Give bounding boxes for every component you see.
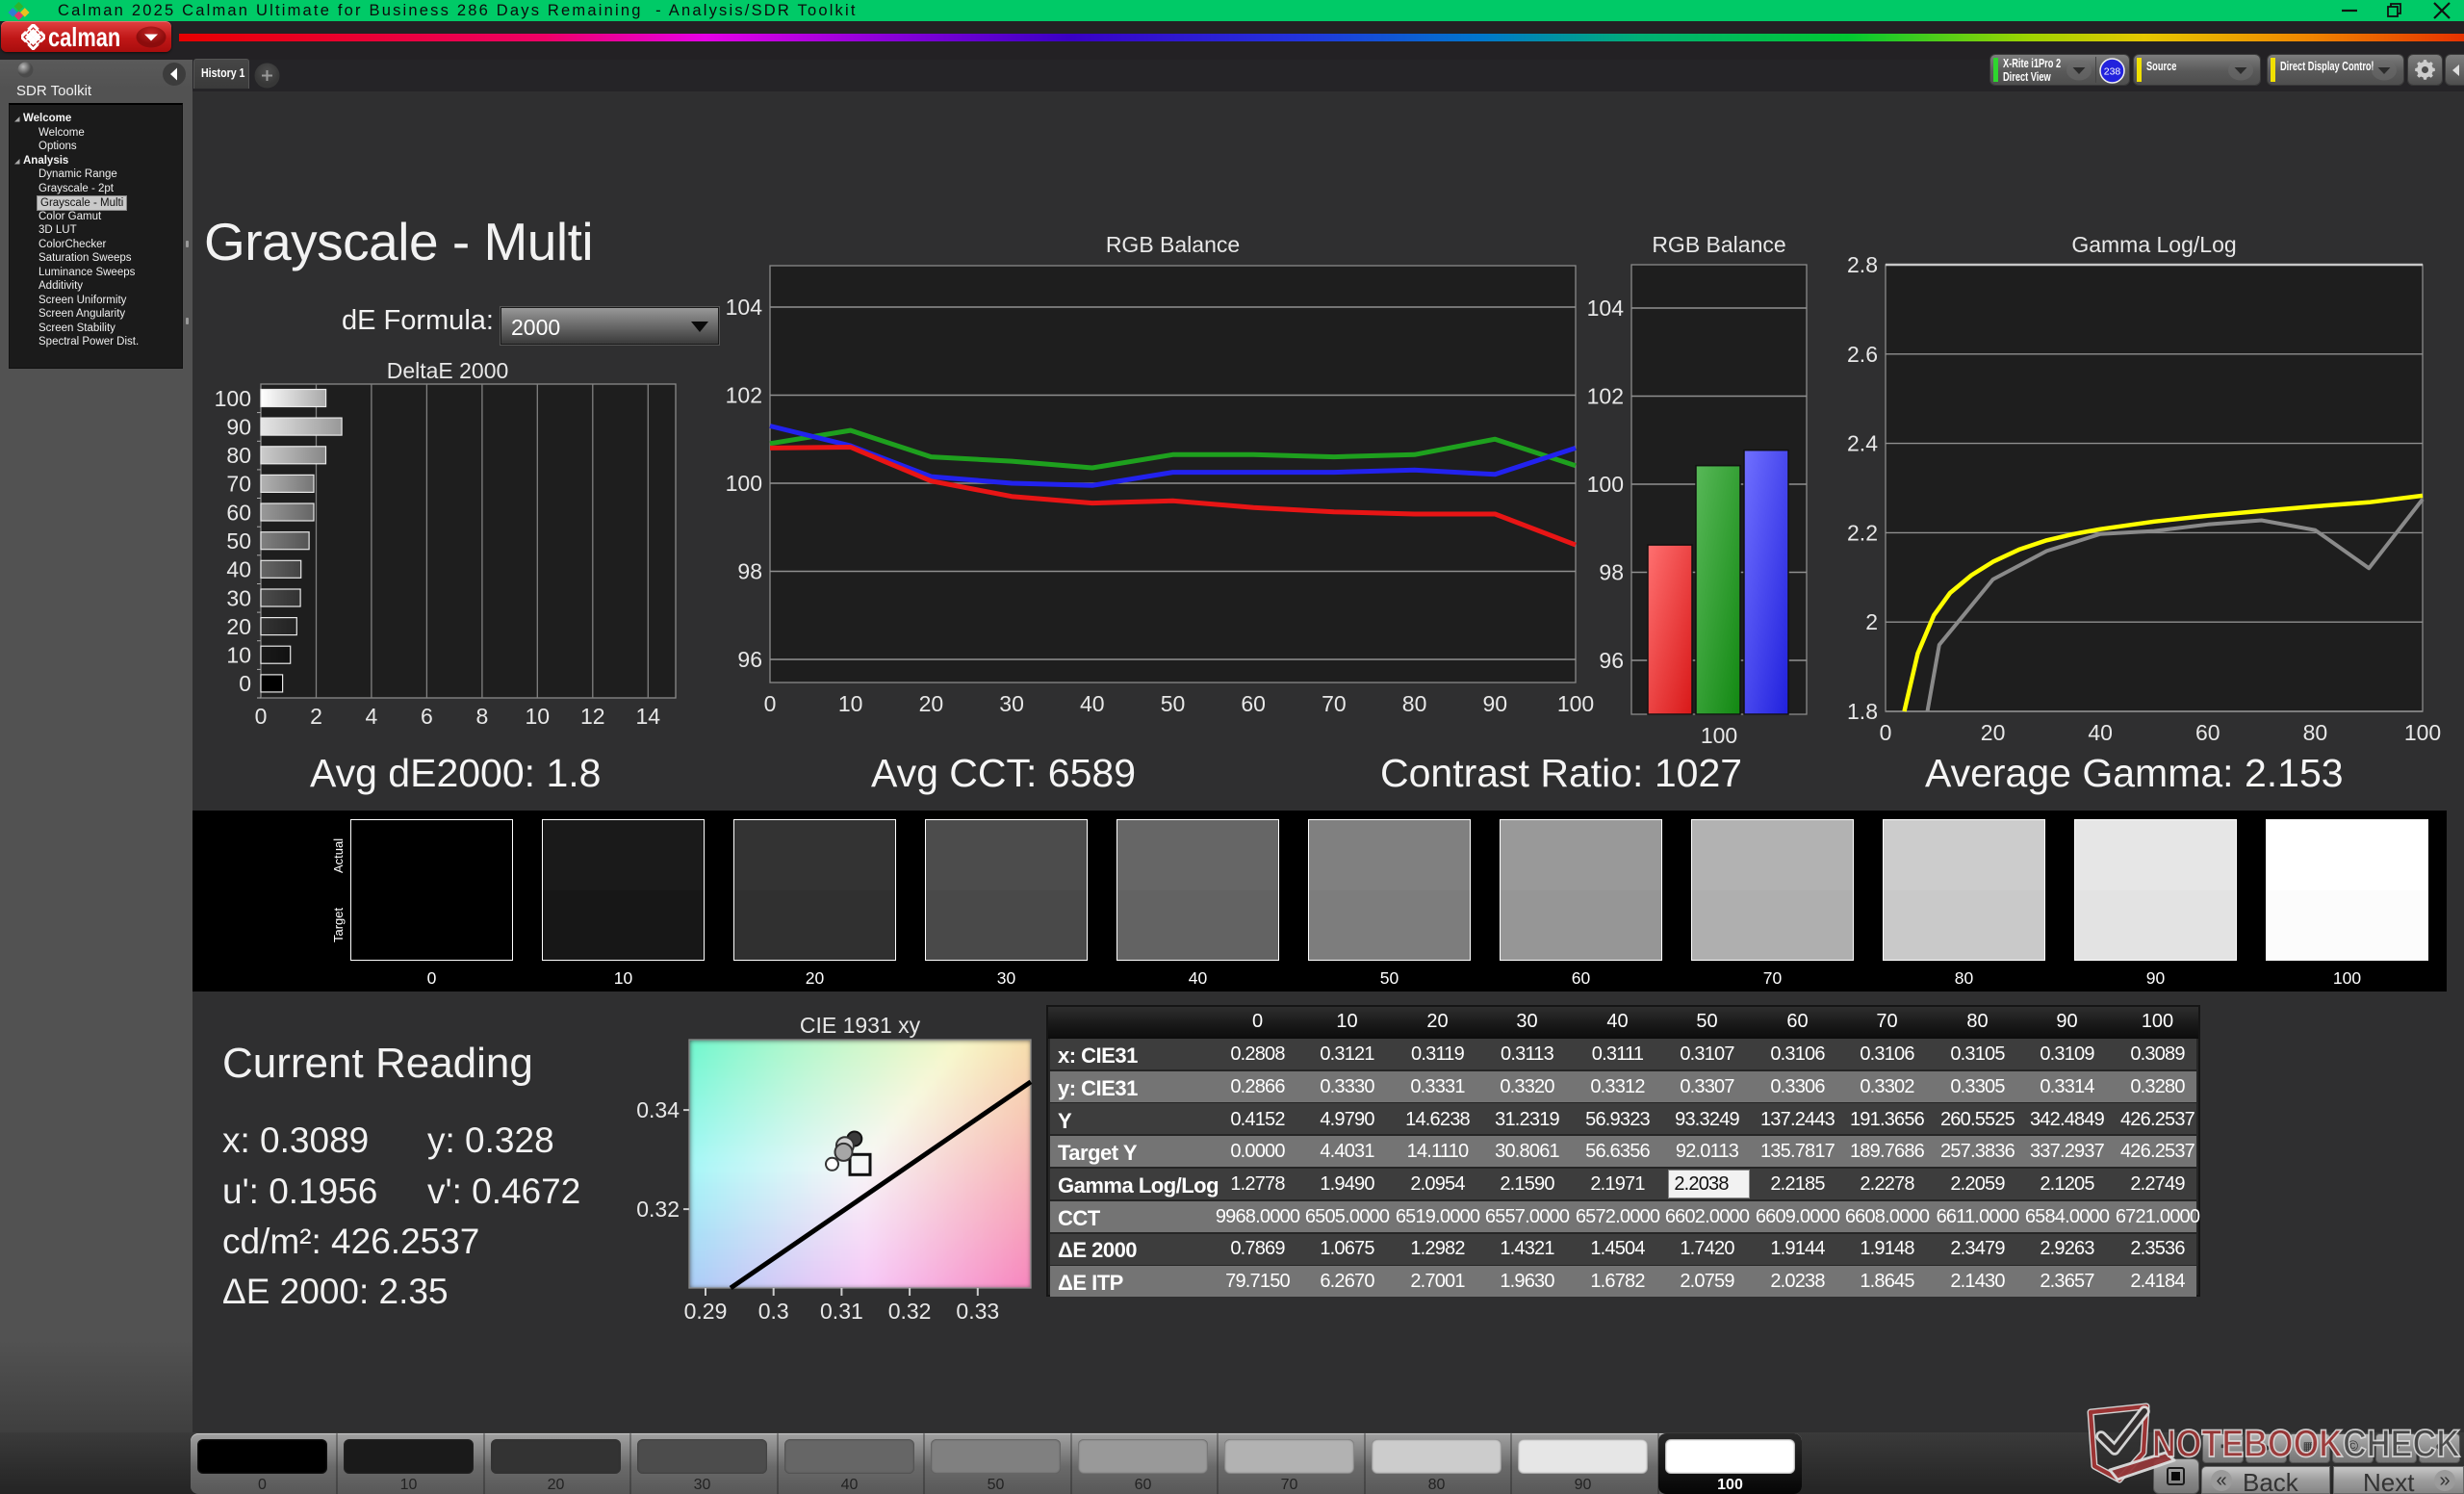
- svg-text:100: 100: [215, 386, 251, 411]
- svg-text:2: 2: [1865, 609, 1878, 634]
- svg-text:100: 100: [726, 471, 762, 496]
- svg-text:DeltaE 2000: DeltaE 2000: [387, 358, 509, 383]
- svg-text:96: 96: [737, 647, 762, 672]
- svg-text:40: 40: [226, 557, 251, 582]
- svg-text:100: 100: [1701, 723, 1737, 748]
- svg-text:0.31: 0.31: [820, 1299, 863, 1324]
- svg-text:40: 40: [1080, 691, 1105, 716]
- svg-text:0.32: 0.32: [888, 1299, 932, 1324]
- svg-text:20: 20: [226, 614, 251, 639]
- svg-text:98: 98: [1599, 560, 1624, 585]
- svg-text:90: 90: [1483, 691, 1508, 716]
- svg-text:70: 70: [1322, 691, 1347, 716]
- svg-text:2: 2: [310, 704, 322, 729]
- svg-text:2.8: 2.8: [1847, 252, 1878, 277]
- svg-text:238: 238: [2104, 66, 2121, 78]
- svg-text:0: 0: [764, 691, 777, 716]
- svg-text:20: 20: [1981, 720, 2006, 745]
- svg-text:50: 50: [1161, 691, 1186, 716]
- svg-text:6: 6: [421, 704, 433, 729]
- svg-text:30: 30: [226, 585, 251, 610]
- svg-text:104: 104: [1587, 296, 1625, 321]
- svg-text:30: 30: [999, 691, 1024, 716]
- svg-text:2.2: 2.2: [1847, 520, 1878, 545]
- svg-text:80: 80: [226, 443, 251, 468]
- svg-text:0: 0: [239, 671, 251, 696]
- svg-text:10: 10: [838, 691, 863, 716]
- svg-text:Gamma Log/Log: Gamma Log/Log: [2071, 232, 2236, 257]
- svg-text:2.6: 2.6: [1847, 342, 1878, 367]
- svg-text:50: 50: [226, 528, 251, 554]
- svg-text:RGB Balance: RGB Balance: [1652, 232, 1785, 257]
- svg-text:NOTEBOOK: NOTEBOOK: [2152, 1423, 2343, 1465]
- svg-text:90: 90: [226, 415, 251, 440]
- svg-text:14: 14: [636, 704, 661, 729]
- svg-text:102: 102: [726, 383, 762, 408]
- svg-text:60: 60: [226, 500, 251, 525]
- svg-text:0.32: 0.32: [636, 1197, 680, 1222]
- svg-text:8: 8: [476, 704, 489, 729]
- svg-text:0.34: 0.34: [636, 1097, 680, 1122]
- svg-text:10: 10: [526, 704, 551, 729]
- svg-text:96: 96: [1599, 648, 1624, 673]
- svg-text:0: 0: [255, 704, 268, 729]
- svg-text:4: 4: [366, 704, 378, 729]
- svg-text:70: 70: [226, 472, 251, 497]
- svg-text:60: 60: [2195, 720, 2220, 745]
- svg-text:0.29: 0.29: [684, 1299, 728, 1324]
- svg-text:0.33: 0.33: [956, 1299, 999, 1324]
- svg-text:80: 80: [1402, 691, 1427, 716]
- svg-text:104: 104: [726, 295, 763, 320]
- svg-text:2.4: 2.4: [1847, 431, 1878, 456]
- svg-text:40: 40: [2088, 720, 2113, 745]
- svg-text:100: 100: [1587, 472, 1624, 497]
- svg-text:20: 20: [919, 691, 944, 716]
- svg-text:10: 10: [226, 643, 251, 668]
- svg-text:102: 102: [1587, 384, 1624, 409]
- svg-text:80: 80: [2303, 720, 2328, 745]
- svg-text:98: 98: [737, 559, 762, 584]
- svg-text:0: 0: [1880, 720, 1892, 745]
- svg-text:1.8: 1.8: [1847, 699, 1878, 724]
- svg-text:CIE 1931 xy: CIE 1931 xy: [800, 1013, 921, 1038]
- svg-text:RGB Balance: RGB Balance: [1106, 232, 1240, 257]
- svg-text:0.3: 0.3: [758, 1299, 789, 1324]
- svg-text:12: 12: [580, 704, 605, 729]
- svg-text:CHECK: CHECK: [2343, 1423, 2460, 1465]
- svg-text:60: 60: [1241, 691, 1266, 716]
- svg-text:100: 100: [2404, 720, 2441, 745]
